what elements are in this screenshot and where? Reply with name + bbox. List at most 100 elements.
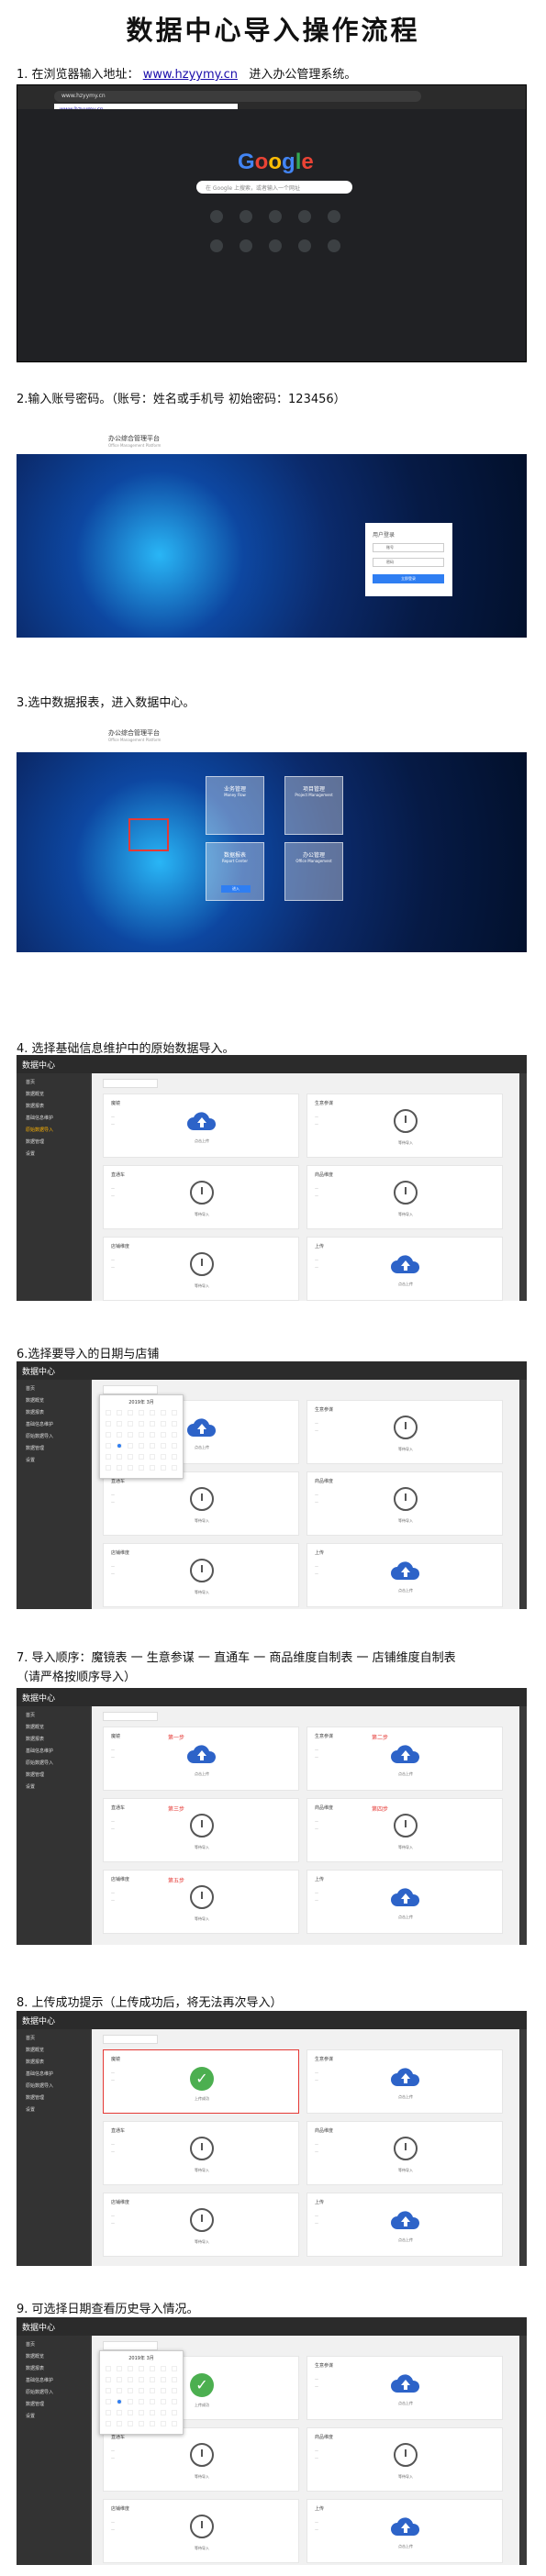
calendar-day[interactable] (139, 1443, 144, 1449)
calendar-day[interactable] (128, 2399, 133, 2404)
import-card[interactable]: 店铺维度 — — 等待导入 (103, 2193, 299, 2257)
calendar-day[interactable] (150, 2410, 155, 2415)
calendar-day[interactable] (117, 2399, 122, 2404)
calendar-day[interactable] (106, 2366, 111, 2371)
calendar-day[interactable] (117, 2421, 122, 2426)
calendar-day[interactable] (150, 1465, 155, 1471)
sidebar-item[interactable]: 原始数据导入 (17, 1121, 90, 1133)
import-card[interactable]: 直通车 — — 等待导入 (103, 1165, 299, 1229)
sidebar-item[interactable]: 设置 (17, 2407, 90, 2419)
calendar-day[interactable] (106, 2377, 111, 2382)
tile-office[interactable]: 办公管理 Office Management (284, 842, 343, 901)
import-card[interactable]: 店铺维度 — — 等待导入 (103, 2499, 299, 2563)
username-field[interactable]: 账号 (373, 543, 444, 552)
sidebar-item[interactable]: 原始数据导入 (17, 1427, 90, 1439)
calendar-day[interactable] (128, 1432, 133, 1438)
calendar-day[interactable] (172, 2377, 177, 2382)
calendar-day[interactable] (117, 1454, 122, 1460)
import-card[interactable]: 魔镜 — — 点击上传 第一步 (103, 1727, 299, 1791)
import-card[interactable]: 上传 — — 点击上传 (306, 1543, 503, 1607)
sidebar-item[interactable]: 基础信息维护 (17, 1416, 90, 1427)
import-card[interactable]: 直通车 — — 等待导入 第三步 (103, 1798, 299, 1862)
address-bar[interactable]: www.hzyymy.cn (54, 91, 421, 102)
sidebar-item[interactable]: 基础信息维护 (17, 2371, 90, 2383)
sidebar-item[interactable]: 设置 (17, 1145, 90, 1157)
calendar-day[interactable] (172, 2421, 177, 2426)
import-card[interactable]: 商品维度 — — 等待导入 (306, 1471, 503, 1536)
calendar-day[interactable] (117, 2377, 122, 2382)
import-card[interactable]: 直通车 — — 等待导入 (103, 2121, 299, 2185)
date-picker[interactable] (103, 1079, 158, 1088)
sidebar-item[interactable]: 数据管理 (17, 2089, 90, 2101)
calendar-day[interactable] (139, 2366, 144, 2371)
calendar-day[interactable] (150, 1421, 155, 1427)
calendar-day[interactable] (117, 1443, 122, 1449)
calendar-day[interactable] (161, 1432, 166, 1438)
shortcut-icon[interactable] (269, 210, 282, 223)
shortcut-icon[interactable] (240, 210, 252, 223)
cloud-upload-icon[interactable] (390, 2373, 421, 2393)
calendar-day[interactable] (128, 1410, 133, 1416)
sidebar-item[interactable]: 首页 (17, 2029, 90, 2041)
import-card[interactable]: 魔镜——✓上传成功 (103, 2049, 299, 2114)
calendar-day[interactable] (161, 2388, 166, 2393)
calendar-day[interactable] (172, 1465, 177, 1471)
sidebar-item[interactable]: 数据报表 (17, 1404, 90, 1416)
calendar-day[interactable] (139, 1421, 144, 1427)
calendar-day[interactable] (117, 2366, 122, 2371)
calendar-day[interactable] (161, 1421, 166, 1427)
sidebar-item[interactable]: 原始数据导入 (17, 2077, 90, 2089)
calendar-day[interactable] (172, 2399, 177, 2404)
calendar-day[interactable] (150, 2366, 155, 2371)
calendar-day[interactable] (117, 2410, 122, 2415)
calendar-day[interactable] (150, 1443, 155, 1449)
calendar-day[interactable] (117, 1432, 122, 1438)
calendar-day[interactable] (106, 1410, 111, 1416)
calendar-day[interactable] (150, 1454, 155, 1460)
import-card[interactable]: 上传 — — 点击上传 (306, 2193, 503, 2257)
calendar-day[interactable] (161, 1454, 166, 1460)
cloud-upload-icon[interactable] (390, 1560, 421, 1581)
calendar-day[interactable] (128, 2410, 133, 2415)
calendar-day[interactable] (117, 1465, 122, 1471)
import-card[interactable]: 魔镜——点击上传 (103, 1094, 299, 1158)
calendar-day[interactable] (161, 1410, 166, 1416)
sidebar-item[interactable]: 数据管理 (17, 2395, 90, 2407)
system-address-link[interactable]: www.hzyymy.cn (143, 68, 238, 82)
sidebar-item[interactable]: 首页 (17, 1380, 90, 1392)
cloud-upload-icon[interactable] (186, 1111, 217, 1131)
enter-button[interactable]: 进入 (221, 885, 251, 893)
calendar-day[interactable] (128, 1454, 133, 1460)
cloud-upload-icon[interactable] (390, 1887, 421, 1907)
calendar-day[interactable] (139, 1465, 144, 1471)
sidebar-item[interactable]: 数据概览 (17, 2041, 90, 2053)
import-card[interactable]: 上传 — — 点击上传 (306, 1237, 503, 1301)
sidebar-item[interactable]: 数据概览 (17, 1718, 90, 1730)
cloud-upload-icon[interactable] (390, 2067, 421, 2087)
sidebar-item[interactable]: 数据报表 (17, 2359, 90, 2371)
calendar-day[interactable] (161, 2421, 166, 2426)
sidebar-item[interactable]: 数据概览 (17, 1085, 90, 1097)
calendar-day[interactable] (106, 1443, 111, 1449)
date-picker[interactable] (103, 2035, 158, 2044)
calendar-day[interactable] (106, 1454, 111, 1460)
shortcut-icon[interactable] (210, 239, 223, 252)
calendar-day[interactable] (150, 2377, 155, 2382)
calendar-day[interactable] (139, 2421, 144, 2426)
date-picker[interactable] (103, 2341, 158, 2350)
tile-project[interactable]: 项目管理 Project Management (284, 776, 343, 835)
calendar-day[interactable] (128, 1443, 133, 1449)
shortcut-icon[interactable] (240, 239, 252, 252)
calendar-day[interactable] (139, 2410, 144, 2415)
calendar-day[interactable] (128, 1421, 133, 1427)
calendar-day[interactable] (172, 2410, 177, 2415)
sidebar-item[interactable]: 基础信息维护 (17, 2065, 90, 2077)
calendar-day[interactable] (161, 2410, 166, 2415)
calendar-day[interactable] (106, 1432, 111, 1438)
calendar-day[interactable] (128, 2377, 133, 2382)
cloud-upload-icon[interactable] (390, 1744, 421, 1764)
import-card[interactable]: 商品维度 — — 等待导入 第四步 (306, 1798, 503, 1862)
password-field[interactable]: 密码 (373, 558, 444, 567)
shortcut-icon[interactable] (298, 210, 311, 223)
calendar-day[interactable] (106, 2399, 111, 2404)
